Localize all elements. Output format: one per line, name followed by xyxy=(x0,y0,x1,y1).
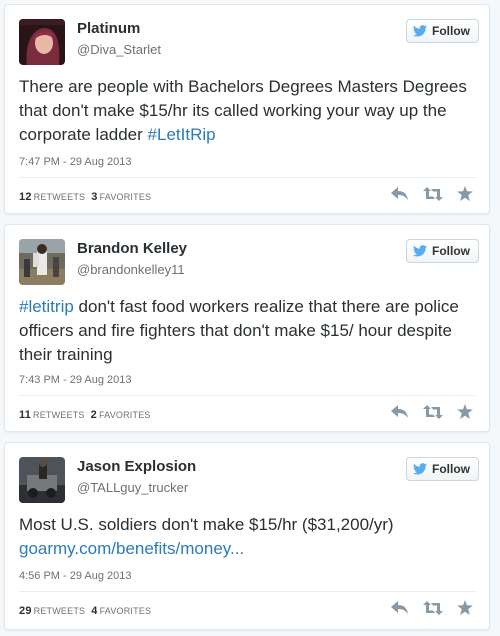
favorite-count[interactable]: 3 xyxy=(91,191,97,203)
tweet-timestamp[interactable]: 7:47 PM - 29 Aug 2013 xyxy=(19,156,132,168)
retweets-label: RETWEETS xyxy=(33,192,86,202)
favorites-label: FAVORITES xyxy=(99,192,152,202)
tweet-card: Jason Explosion @TALLguy_trucker Follow … xyxy=(4,442,490,630)
retweet-count[interactable]: 12 xyxy=(19,191,32,203)
retweet-icon[interactable] xyxy=(423,600,443,620)
reply-icon[interactable] xyxy=(391,186,409,206)
avatar[interactable] xyxy=(19,239,65,285)
tweet-text-body: Most U.S. soldiers don't make $15/hr ($3… xyxy=(19,515,394,534)
favorites-label: FAVORITES xyxy=(98,410,151,420)
divider xyxy=(19,395,475,396)
retweet-icon[interactable] xyxy=(423,186,443,206)
avatar[interactable] xyxy=(19,19,65,65)
follow-label: Follow xyxy=(432,24,470,38)
follow-button[interactable]: Follow xyxy=(406,457,479,481)
tweet-card: Platinum @Diva_Starlet Follow There are … xyxy=(4,4,490,214)
tweet-actions xyxy=(391,404,473,424)
tweet-text: Most U.S. soldiers don't make $15/hr ($3… xyxy=(19,513,475,561)
display-name[interactable]: Platinum xyxy=(77,20,140,37)
retweet-count[interactable]: 29 xyxy=(19,605,32,617)
user-handle[interactable]: @Diva_Starlet xyxy=(77,42,161,57)
tweet-stats: 11 RETWEETS 2 FAVORITES xyxy=(19,409,151,421)
tweet-text-body: There are people with Bachelors Degrees … xyxy=(19,77,467,144)
user-handle[interactable]: @brandonkelley11 xyxy=(77,262,185,277)
url-link[interactable]: goarmy.com/benefits/money... xyxy=(19,539,244,558)
tweet-timestamp[interactable]: 7:43 PM - 29 Aug 2013 xyxy=(19,374,132,386)
retweets-label: RETWEETS xyxy=(33,606,86,616)
reply-icon[interactable] xyxy=(391,404,409,424)
retweets-label: RETWEETS xyxy=(33,410,85,420)
star-icon[interactable] xyxy=(457,600,473,620)
twitter-bird-icon xyxy=(413,25,427,37)
display-name[interactable]: Brandon Kelley xyxy=(77,240,187,257)
retweet-icon[interactable] xyxy=(423,404,443,424)
twitter-bird-icon xyxy=(413,463,427,475)
star-icon[interactable] xyxy=(457,186,473,206)
display-name[interactable]: Jason Explosion xyxy=(77,458,196,475)
tweet-card: Brandon Kelley @brandonkelley11 Follow #… xyxy=(4,224,490,432)
hashtag-link[interactable]: #letitrip xyxy=(19,297,74,316)
favorites-label: FAVORITES xyxy=(99,606,152,616)
tweet-timestamp[interactable]: 4:56 PM - 29 Aug 2013 xyxy=(19,570,132,582)
divider xyxy=(19,591,475,592)
retweet-count[interactable]: 11 xyxy=(19,409,31,421)
follow-label: Follow xyxy=(432,244,470,258)
tweet-stats: 29 RETWEETS 4 FAVORITES xyxy=(19,605,151,617)
tweet-actions xyxy=(391,600,473,620)
tweet-feed: Platinum @Diva_Starlet Follow There are … xyxy=(0,0,500,636)
tweet-text: #letitrip don't fast food workers realiz… xyxy=(19,295,475,367)
reply-icon[interactable] xyxy=(391,600,409,620)
follow-label: Follow xyxy=(432,462,470,476)
tweet-text-body: don't fast food workers realize that the… xyxy=(19,297,459,364)
hashtag-link[interactable]: #LetItRip xyxy=(148,125,216,144)
avatar[interactable] xyxy=(19,457,65,503)
tweet-actions xyxy=(391,186,473,206)
favorite-count[interactable]: 4 xyxy=(91,605,97,617)
divider xyxy=(19,177,475,178)
tweet-stats: 12 RETWEETS 3 FAVORITES xyxy=(19,191,151,203)
star-icon[interactable] xyxy=(457,404,473,424)
twitter-bird-icon xyxy=(413,245,427,257)
user-handle[interactable]: @TALLguy_trucker xyxy=(77,480,188,495)
follow-button[interactable]: Follow xyxy=(406,239,479,263)
tweet-text: There are people with Bachelors Degrees … xyxy=(19,75,475,147)
follow-button[interactable]: Follow xyxy=(406,19,479,43)
favorite-count[interactable]: 2 xyxy=(91,409,97,421)
